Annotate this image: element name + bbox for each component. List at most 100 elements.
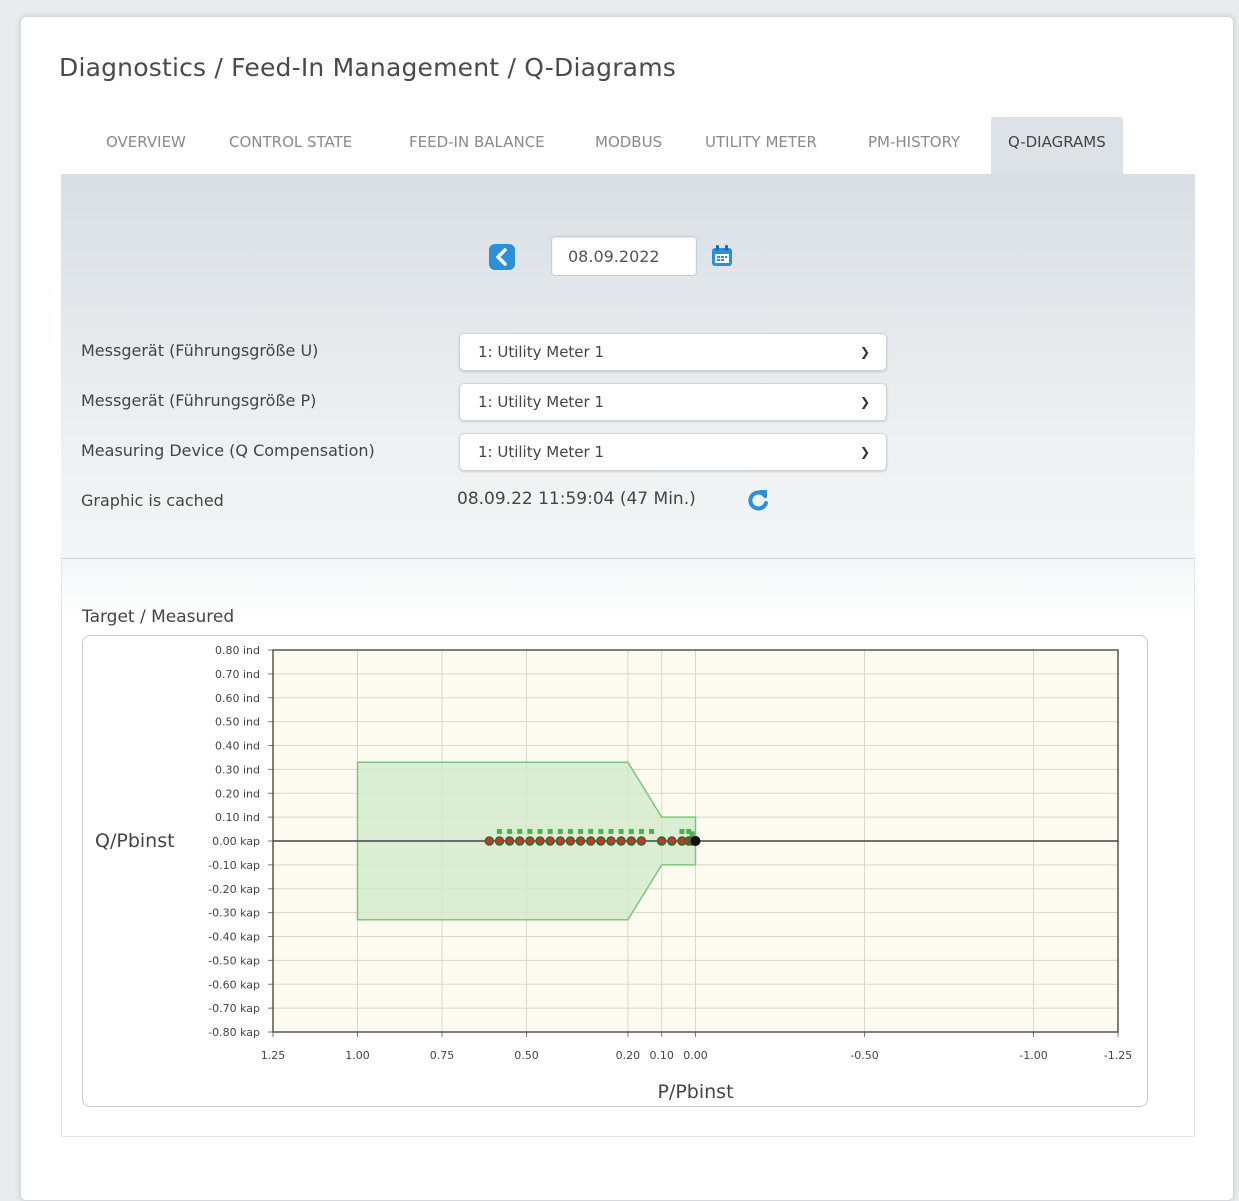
- y-tick-label: -0.30 kap: [208, 907, 260, 920]
- target-point: [618, 828, 624, 834]
- tab-control-state[interactable]: CONTROL STATE: [229, 117, 352, 174]
- chevron-down-icon: ❯: [859, 345, 870, 359]
- tab-feed-in-balance[interactable]: FEED-IN BALANCE: [409, 117, 545, 174]
- target-point: [638, 828, 644, 834]
- q-diagram-chart: 0.80 ind 0.70 ind 0.60 ind 0.50 ind 0.40 ind…: [95, 644, 1132, 1103]
- chart-frame: 0.80 ind 0.70 ind 0.60 ind 0.50 ind 0.40 ind…: [82, 635, 1148, 1107]
- settings-panel: Messgerät (Führungsgröße U) 1: Utility M…: [61, 174, 1195, 559]
- x-tick-label: -1.25: [1104, 1049, 1132, 1062]
- measured-point: [565, 836, 576, 846]
- y-tick-label: 0.70 ind: [215, 668, 260, 681]
- measured-point: [585, 836, 596, 846]
- measured-point: [545, 836, 555, 846]
- meter-u-label: Messgerät (Führungsgröße U): [81, 341, 319, 360]
- target-point: [628, 828, 634, 834]
- date-input[interactable]: [551, 236, 697, 276]
- y-tick-label: -0.20 kap: [208, 883, 260, 896]
- meter-u-value: 1: Utility Meter 1: [478, 343, 605, 361]
- target-point: [608, 828, 614, 834]
- y-tick-label: 0.30 ind: [215, 763, 260, 776]
- y-tick-label: 0.10 ind: [215, 811, 260, 824]
- target-point: [689, 831, 695, 837]
- chevron-left-icon: [496, 248, 507, 266]
- meter-q-select[interactable]: 1: Utility Meter 1 ❯: [459, 433, 887, 471]
- y-tick-label: 0.00 kap: [212, 835, 260, 848]
- measured-point: [484, 836, 495, 846]
- target-point: [496, 828, 502, 834]
- x-tick-label: 1.25: [261, 1049, 286, 1062]
- measured-point: [626, 836, 637, 846]
- target-point: [649, 828, 655, 834]
- target-point: [537, 828, 543, 834]
- measured-point: [606, 836, 616, 846]
- y-tick-label: -0.60 kap: [208, 978, 260, 991]
- prev-day-button[interactable]: [489, 244, 515, 270]
- refresh-icon[interactable]: [745, 487, 771, 513]
- tab-q-diagrams[interactable]: Q-DIAGRAMS: [991, 117, 1123, 174]
- target-point: [507, 828, 513, 834]
- tab-overview[interactable]: OVERVIEW: [106, 117, 186, 174]
- measured-point: [514, 836, 525, 846]
- tab-bar: OVERVIEW CONTROL STATE FEED-IN BALANCE M…: [61, 117, 1195, 174]
- y-tick-label: 0.20 ind: [215, 787, 260, 800]
- y-tick-label: 0.60 ind: [215, 692, 260, 705]
- x-axis-label: P/Pbinst: [657, 1081, 733, 1103]
- measured-point: [656, 836, 667, 846]
- target-point: [598, 828, 604, 834]
- tab-modbus[interactable]: MODBUS: [595, 117, 662, 174]
- target-point: [567, 828, 573, 834]
- meter-q-label: Measuring Device (Q Compensation): [81, 441, 375, 460]
- chevron-down-icon: ❯: [859, 395, 870, 409]
- y-tick-label: 0.40 ind: [215, 740, 260, 753]
- x-tick-label: 0.50: [514, 1049, 539, 1062]
- main-card: Diagnostics / Feed-In Management / Q-Dia…: [20, 16, 1234, 1201]
- target-point: [527, 828, 533, 834]
- measured-point: [616, 836, 626, 846]
- meter-p-label: Messgerät (Führungsgröße P): [81, 391, 317, 410]
- tab-pm-history[interactable]: PM-HISTORY: [868, 117, 960, 174]
- measured-point: [596, 836, 606, 846]
- chevron-down-icon: ❯: [859, 445, 870, 459]
- measured-point: [494, 836, 505, 846]
- x-tick-label: -1.00: [1019, 1049, 1047, 1062]
- y-tick-label: -0.10 kap: [208, 859, 260, 872]
- measured-point: [555, 836, 566, 846]
- x-tick-label: 1.00: [345, 1049, 370, 1062]
- y-tick-label: -0.70 kap: [208, 1002, 260, 1015]
- x-tick-label: 0.20: [616, 1049, 641, 1062]
- calendar-icon[interactable]: [709, 243, 735, 269]
- y-tick-label: 0.50 ind: [215, 716, 260, 729]
- target-point: [679, 828, 685, 834]
- measured-point: [504, 836, 515, 846]
- cached-label: Graphic is cached: [81, 491, 224, 510]
- measured-point: [667, 836, 677, 846]
- measured-point: [525, 836, 535, 846]
- chart-title: Target / Measured: [82, 607, 235, 627]
- target-point: [517, 828, 523, 834]
- page-title: Diagnostics / Feed-In Management / Q-Dia…: [59, 53, 676, 82]
- target-point: [547, 828, 553, 834]
- x-tick-label: 0.00: [683, 1049, 708, 1062]
- x-tick-label: 0.75: [430, 1049, 455, 1062]
- measured-point: [636, 836, 647, 846]
- target-point: [557, 828, 563, 834]
- meter-q-value: 1: Utility Meter 1: [478, 443, 605, 461]
- current-point: [690, 836, 701, 846]
- x-tick-label: -0.50: [850, 1049, 878, 1062]
- tab-utility-meter[interactable]: UTILITY METER: [705, 117, 817, 174]
- y-tick-label: -0.80 kap: [208, 1026, 260, 1039]
- y-tick-label: -0.50 kap: [208, 954, 260, 967]
- measured-point: [535, 836, 545, 846]
- chart-panel: Target / Measured 0.80 ind 0.70 ind 0.60 i…: [61, 559, 1195, 1137]
- target-point: [578, 828, 584, 834]
- target-point: [588, 828, 594, 834]
- meter-p-select[interactable]: 1: Utility Meter 1 ❯: [459, 383, 887, 421]
- meter-u-select[interactable]: 1: Utility Meter 1 ❯: [459, 333, 887, 371]
- meter-p-value: 1: Utility Meter 1: [478, 393, 605, 411]
- y-tick-label: -0.40 kap: [208, 931, 260, 944]
- measured-point: [575, 836, 586, 846]
- y-axis-label: Q/Pbinst: [95, 830, 175, 852]
- y-tick-label: 0.80 ind: [215, 644, 260, 657]
- cached-timestamp: 08.09.22 11:59:04 (47 Min.): [457, 489, 696, 509]
- x-tick-label: 0.10: [649, 1049, 674, 1062]
